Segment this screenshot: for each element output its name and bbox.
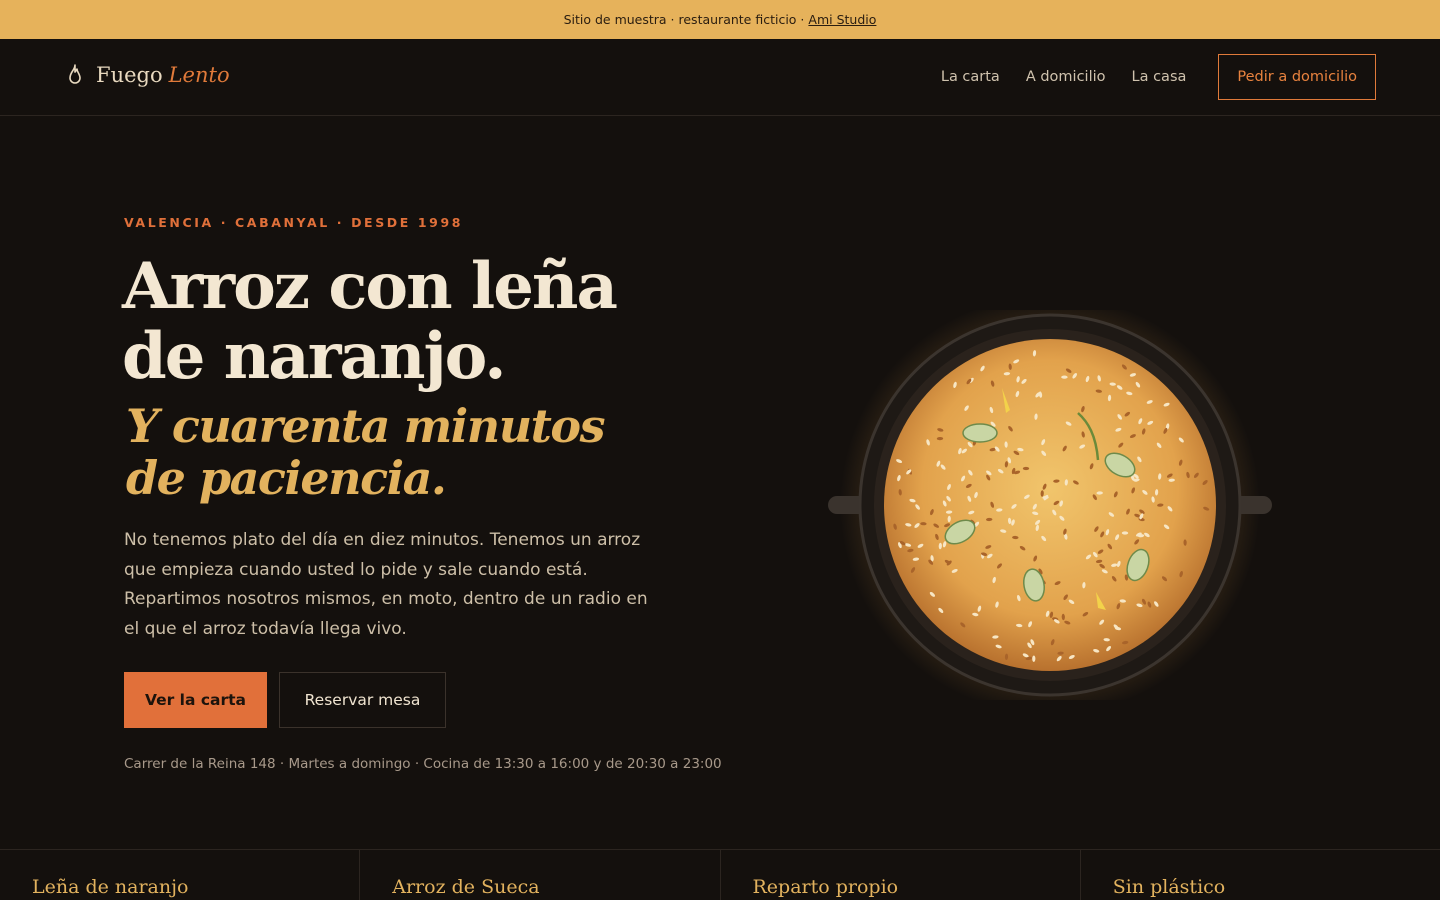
nav-la-carta[interactable]: La carta — [941, 69, 1000, 85]
feature-sin-plastico: Sin plástico — [1112, 876, 1226, 898]
nav-a-domicilio[interactable]: A domicilio — [1026, 69, 1106, 85]
hero-title-line2: de naranjo. — [122, 319, 506, 394]
order-delivery-button[interactable]: Pedir a domicilio — [1218, 54, 1376, 100]
feature-reparto-propio: Reparto propio — [721, 850, 1081, 900]
hero-subtitle-line2: de paciencia. — [126, 451, 447, 505]
reserve-table-button[interactable]: Reservar mesa — [279, 672, 446, 728]
hero-eyebrow: VALENCIA · CABANYAL · DESDE 1998 — [124, 215, 464, 230]
main-nav: La carta A domicilio La casa Pedir a dom… — [915, 54, 1376, 100]
paella-rice — [884, 339, 1216, 671]
rice-grain — [1022, 466, 1030, 471]
site-header: Fuego Lento La carta A domicilio La casa … — [0, 39, 1440, 116]
logo[interactable]: Fuego Lento — [66, 63, 230, 87]
nav-la-casa[interactable]: La casa — [1132, 69, 1187, 85]
feature-arroz-sueca: Arroz de Sueca — [360, 850, 721, 900]
hero-subtitle-line1: Y cuarenta minutos — [126, 399, 606, 453]
logo-word: Fuego — [96, 63, 163, 87]
logo-text: Fuego Lento — [96, 63, 230, 87]
hero-lede: No tenemos plato del día en diez minutos… — [124, 530, 648, 639]
feature-strip: Leña de naranjo Arroz de Sueca Reparto p… — [0, 849, 1440, 900]
promo-banner: Sitio de muestra · restaurante ficticio … — [0, 0, 1440, 39]
paella-pan-illustration — [826, 295, 1274, 715]
paella-pan-svg — [828, 295, 1272, 715]
rice-grain — [1061, 375, 1068, 379]
feature-lena-naranjo: Leña de naranjo — [0, 850, 361, 900]
hero-subtitle: Y cuarenta minutos de paciencia. — [126, 400, 746, 504]
view-menu-button[interactable]: Ver la carta — [124, 672, 267, 728]
logo-accent: Lento — [168, 63, 230, 87]
banner-studio-link[interactable]: Ami Studio — [808, 12, 876, 27]
flame-icon — [69, 64, 81, 84]
address-hours: Carrer de la Reina 148 · Martes a doming… — [124, 756, 722, 772]
hero-title: Arroz con leña de naranjo. — [122, 252, 742, 392]
hero-title-line1: Arroz con leña — [122, 249, 618, 324]
banner-text: Sitio de muestra · restaurante ficticio … — [563, 12, 805, 27]
